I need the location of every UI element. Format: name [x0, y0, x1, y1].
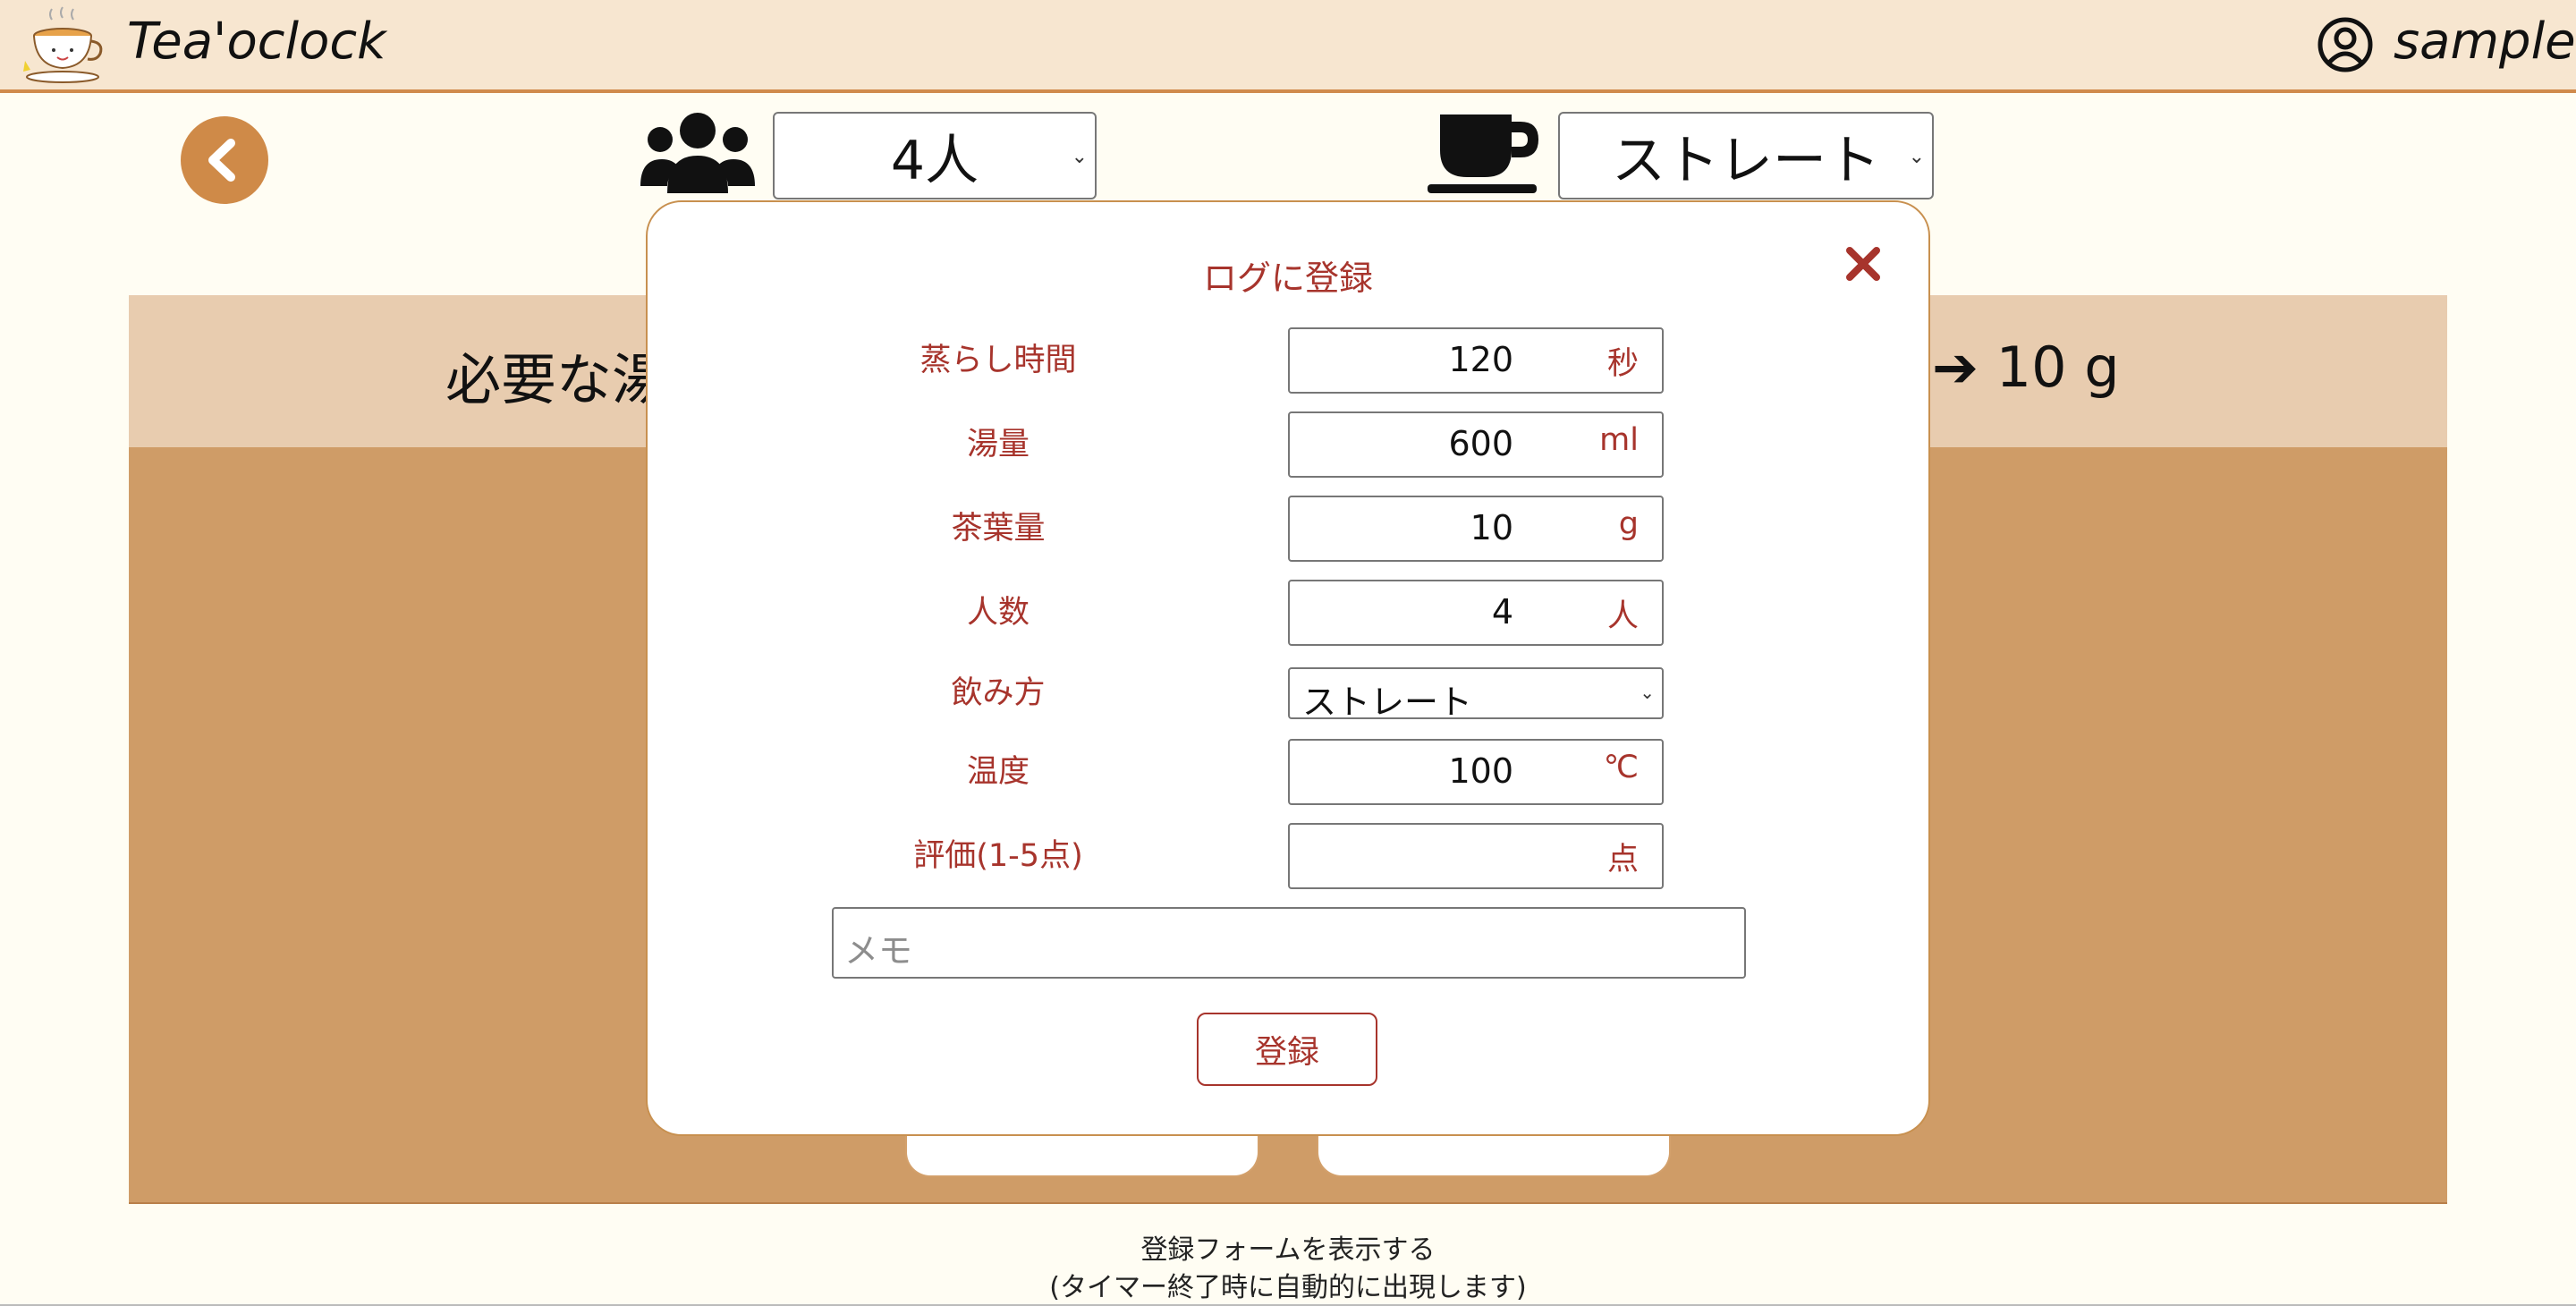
drink-style-field[interactable]: ストレート ⌄ — [1288, 667, 1664, 722]
username[interactable]: sample — [2394, 13, 2576, 71]
tea-leaf-unit: g — [1618, 506, 1639, 542]
steep-time-value: 120 — [1448, 340, 1513, 379]
drink-style-label: 飲み方 — [951, 675, 1046, 711]
app-header: Tea'oclock sample — [0, 0, 2576, 93]
temperature-unit: ℃ — [1603, 750, 1639, 785]
people-input[interactable]: 4 人 — [1288, 580, 1664, 646]
water-amount-unit: ml — [1599, 422, 1639, 458]
rating-input[interactable]: 点 — [1288, 823, 1664, 889]
tea-leaf-value: 10 — [1470, 508, 1513, 547]
steep-time-label: 蒸らし時間 — [919, 343, 1077, 378]
people-label: 人数 — [966, 595, 1030, 631]
water-amount-value: 600 — [1448, 424, 1513, 463]
close-icon[interactable] — [1843, 243, 1884, 284]
temperature-input[interactable]: 100 ℃ — [1288, 739, 1664, 805]
back-button[interactable] — [181, 116, 268, 204]
chevron-down-icon: ⌄ — [1071, 146, 1088, 168]
drink-style-select[interactable]: ストレート ⌄ — [1558, 112, 1934, 199]
footer-hint[interactable]: 登録フォームを表示する — [0, 1227, 2576, 1267]
people-unit: 人 — [1606, 598, 1639, 634]
people-count-value: 4人 — [890, 129, 979, 192]
people-icon — [640, 113, 755, 193]
temperature-label: 温度 — [966, 754, 1030, 790]
drink-style-field-value: ストレート — [1302, 683, 1473, 722]
register-button[interactable]: 登録 — [1197, 1013, 1377, 1086]
footer-note: (タイマー終了時に自動的に出現します) — [1049, 1272, 1527, 1303]
water-amount-input[interactable]: 600 ml — [1288, 411, 1664, 478]
tea-leaf-input[interactable]: 10 g — [1288, 496, 1664, 562]
people-count-select[interactable]: 4人 ⌄ — [773, 112, 1097, 199]
tea-leaf-label: 茶葉量 — [951, 511, 1046, 547]
coffee-cup-icon — [1428, 114, 1538, 193]
info-right-text: ➔ 10 g — [1932, 335, 2120, 400]
water-amount-label: 湯量 — [966, 427, 1030, 462]
rating-label: 評価(1-5点) — [913, 838, 1083, 874]
modal-title: ログに登録 — [1202, 259, 1373, 298]
steep-time-input[interactable]: 120 秒 — [1288, 327, 1664, 394]
rating-unit: 点 — [1606, 842, 1639, 878]
chevron-down-icon: ⌄ — [1908, 146, 1925, 168]
people-value: 4 — [1491, 592, 1513, 632]
memo-input[interactable]: メモ — [832, 907, 1746, 979]
chevron-left-icon — [208, 139, 235, 182]
teacup-logo-icon[interactable] — [18, 5, 107, 86]
steep-time-unit: 秒 — [1606, 346, 1639, 382]
info-left-text: 必要な湯 — [445, 347, 668, 412]
user-circle-icon[interactable] — [2317, 16, 2374, 73]
chevron-down-icon: ⌄ — [1640, 682, 1655, 703]
temperature-value: 100 — [1448, 751, 1513, 791]
drink-style-value: ストレート — [1612, 129, 1880, 192]
app-title[interactable]: Tea'oclock — [127, 13, 386, 71]
log-register-modal: ログに登録 蒸らし時間 120 秒 湯量 600 ml 茶葉量 10 g 人数 … — [646, 200, 1930, 1136]
